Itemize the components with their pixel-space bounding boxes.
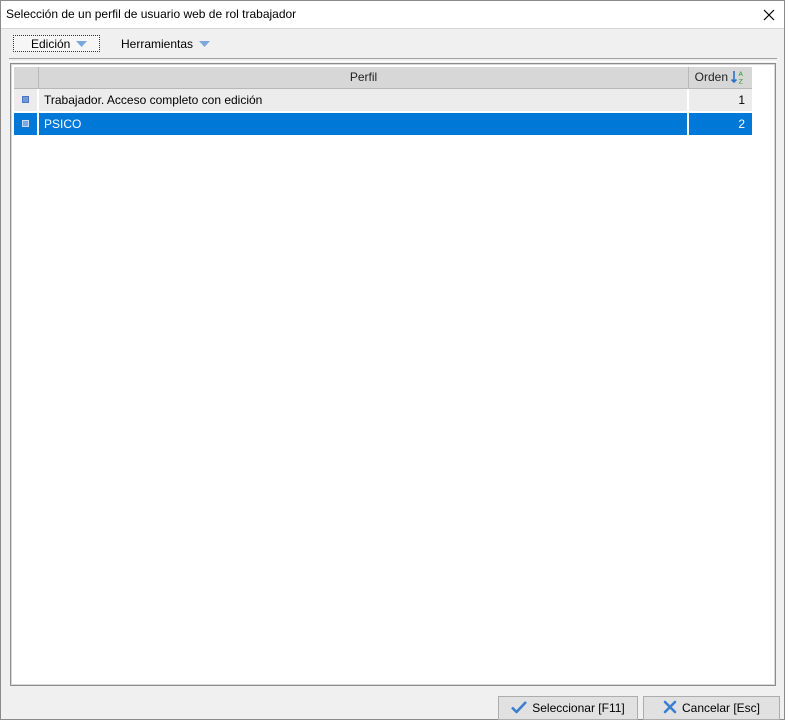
- cell-orden: 2: [689, 113, 752, 135]
- window-title: Selección de un perfil de usuario web de…: [6, 7, 297, 21]
- row-marker-icon: [22, 96, 29, 103]
- close-icon: [763, 9, 775, 21]
- edicion-label: Edición: [31, 36, 71, 51]
- cell-orden: 1: [689, 89, 752, 111]
- edicion-menu-button[interactable]: Edición: [13, 35, 100, 52]
- cancelar-button[interactable]: Cancelar [Esc]: [643, 696, 780, 720]
- seleccionar-button[interactable]: Seleccionar [F11]: [498, 696, 638, 720]
- cell-perfil: Trabajador. Acceso completo con edición: [39, 89, 689, 111]
- cancelar-label: Cancelar [Esc]: [681, 701, 761, 715]
- svg-text:Z: Z: [739, 78, 744, 86]
- row-indicator: [14, 89, 39, 111]
- column-header-perfil[interactable]: Perfil: [39, 67, 689, 88]
- checkmark-icon: [511, 700, 528, 717]
- herramientas-label: Herramientas: [121, 36, 194, 51]
- header-corner: [14, 67, 39, 88]
- row-marker-icon: [22, 120, 29, 127]
- dialog-window: Selección de un perfil de usuario web de…: [0, 0, 785, 720]
- seleccionar-label: Seleccionar [F11]: [532, 701, 625, 715]
- toolbar-divider: [9, 58, 777, 62]
- grid-table: Perfil Orden A Z Trabajador. Acceso comp…: [14, 67, 752, 137]
- herramientas-menu-button[interactable]: Herramientas: [121, 35, 211, 52]
- toolbar: Edición Herramientas: [9, 32, 777, 58]
- button-bar: Seleccionar [F11] Cancelar [Esc]: [1, 691, 784, 720]
- close-button[interactable]: [754, 1, 784, 28]
- column-header-orden[interactable]: Orden A Z: [689, 67, 752, 88]
- chevron-down-icon: [76, 37, 88, 51]
- chevron-down-icon: [199, 37, 211, 51]
- x-icon: [663, 700, 677, 717]
- profile-grid[interactable]: Perfil Orden A Z Trabajador. Acceso comp…: [10, 63, 776, 686]
- table-row-selected[interactable]: PSICO 2: [14, 113, 752, 137]
- orden-header-label: Orden: [694, 70, 728, 84]
- cell-perfil: PSICO: [39, 113, 689, 135]
- grid-border: [11, 64, 775, 685]
- row-indicator: [14, 113, 39, 135]
- grid-header: Perfil Orden A Z: [14, 67, 752, 89]
- title-bar: Selección de un perfil de usuario web de…: [1, 1, 784, 29]
- table-row[interactable]: Trabajador. Acceso completo con edición …: [14, 89, 752, 113]
